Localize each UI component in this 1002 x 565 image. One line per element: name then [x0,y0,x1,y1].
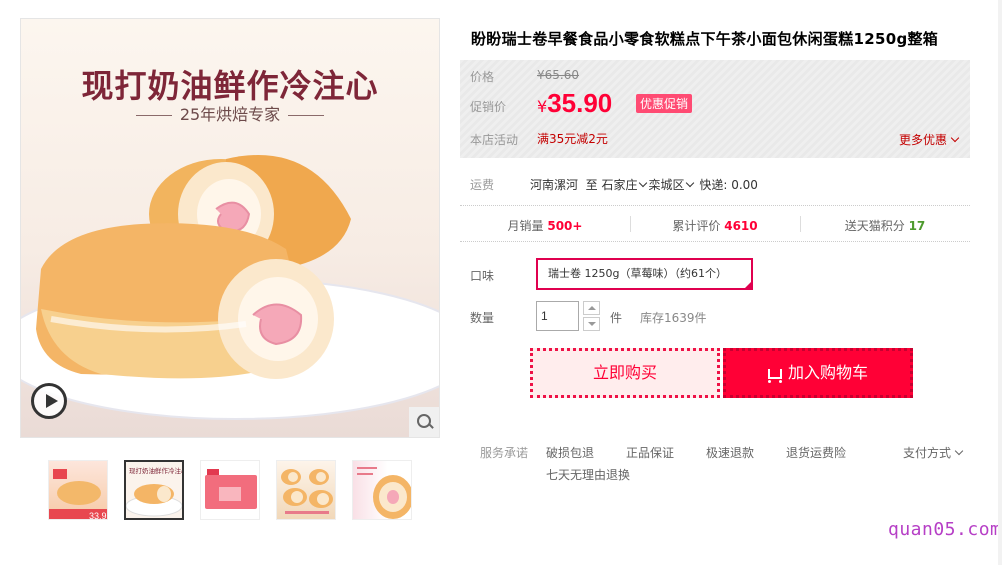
original-price: ¥65.60 [537,68,579,82]
shipping-row: 运费 河南漯河 至 石家庄 栾城区 快递: 0.00 [460,160,970,206]
add-to-cart-label: 加入购物车 [787,363,868,382]
thumbnail-5[interactable] [352,460,412,520]
more-discounts-label: 更多优惠 [898,133,947,147]
watermark-text: quan05.com [888,519,1002,540]
thumbnail-1[interactable]: 33.9 [48,460,108,520]
ship-city-select[interactable]: 石家庄 [602,178,649,192]
promo-tag-badge: 优惠促销 [636,94,693,113]
tmall-points: 送天猫积分 17 [800,217,970,234]
ship-to-word: 至 [585,178,598,192]
service-label: 服务承诺 [480,446,529,460]
zoom-icon[interactable] [409,407,439,437]
ship-city: 石家庄 [601,178,638,192]
ship-from: 河南漯河 [530,178,579,192]
payment-methods-dropdown[interactable]: 支付方式 [903,444,964,461]
flavor-label: 口味 [470,269,495,283]
points-value: 17 [908,219,926,233]
shipping-label: 运费 [470,178,495,192]
thumb-rolls-icon [281,469,333,514]
chevron-down-icon [685,178,694,188]
total-reviews[interactable]: 累计评价 4610 [630,217,800,234]
service-item[interactable]: 正品保证 [626,444,674,461]
reviews-label: 累计评价 [672,219,721,233]
service-item[interactable]: 破损包退 [546,444,594,461]
monthly-sales-value: 500+ [547,219,583,233]
play-video-icon[interactable] [31,383,67,419]
ship-express: 快递: 0.00 [699,178,758,192]
thumbnail-2[interactable]: 现打奶油鲜作冷注心 [124,460,184,520]
sub-slogan-text: 25年烘焙专家 [179,105,281,124]
buy-now-button[interactable]: 立即购买 [530,348,720,398]
promo-price-value: 35.90 [547,88,613,118]
promo-price: ¥35.90 [537,88,612,119]
flavor-option-selected[interactable]: 瑞士卷 1250g（草莓味）（约61个） [536,258,753,290]
monthly-sales: 月销量 500+ [460,217,630,234]
price-panel: 价格 ¥65.60 促销价 ¥35.90 优惠促销 本店活动 满35元减2元 更… [460,60,970,158]
thumbnail-4[interactable] [276,460,336,520]
main-product-image[interactable]: 现打奶油鲜作冷注心 25年烘焙专家 [20,18,440,438]
service-item[interactable]: 七天无理由退换 [546,466,630,483]
divider [288,115,325,116]
thumb-cake-box-icon: 33.9 [49,469,107,520]
more-discounts-link[interactable]: 更多优惠 [898,131,960,148]
quantity-decrease-button[interactable] [583,317,600,331]
promo-sub-slogan: 25年烘焙专家 [21,101,439,125]
divider [135,115,172,116]
ship-district: 栾城区 [648,178,685,192]
service-item[interactable]: 退货运费险 [786,444,846,461]
original-price-label: 价格 [470,70,495,84]
currency-symbol: ¥ [537,97,548,116]
points-label: 送天猫积分 [844,219,905,233]
service-item[interactable]: 极速退款 [706,444,754,461]
payment-methods-label: 支付方式 [903,446,952,460]
product-title: 盼盼瑞士卷早餐食品小零食软糕点下午茶小面包休闲蛋糕1250g整箱 [471,30,939,48]
quantity-increase-button[interactable] [583,301,600,315]
thumb-roll-closeup-icon [357,467,411,519]
quantity-input[interactable] [536,301,579,331]
stock-count: 库存1639件 [640,311,707,325]
cart-icon [767,369,782,383]
reviews-value: 4610 [724,219,758,233]
thumb-cake-slogan-icon: 现打奶油鲜作冷注心 [126,462,182,517]
thumb-slogan: 现打奶油鲜作冷注心 [129,466,182,475]
ship-district-select[interactable]: 栾城区 [649,178,696,192]
store-activity-text: 满35元减2元 [537,132,608,146]
thumb-package-icon [205,469,257,509]
store-activity-label: 本店活动 [470,133,519,147]
chevron-down-icon [950,133,960,143]
add-to-cart-button[interactable]: 加入购物车 [723,348,913,398]
sales-stats: 月销量 500+ 累计评价 4610 送天猫积分 17 [460,206,970,242]
thumb-price: 33.9 [89,511,107,520]
quantity-unit: 件 [610,311,623,325]
shipping-info: 河南漯河 至 石家庄 栾城区 快递: 0.00 [530,176,758,193]
quantity-label: 数量 [470,311,495,325]
promo-price-label: 促销价 [470,100,507,114]
chevron-down-icon [954,446,964,456]
chevron-down-icon [638,178,647,188]
monthly-sales-label: 月销量 [507,219,544,233]
scrollbar[interactable] [998,0,1002,565]
thumbnail-3[interactable] [200,460,260,520]
